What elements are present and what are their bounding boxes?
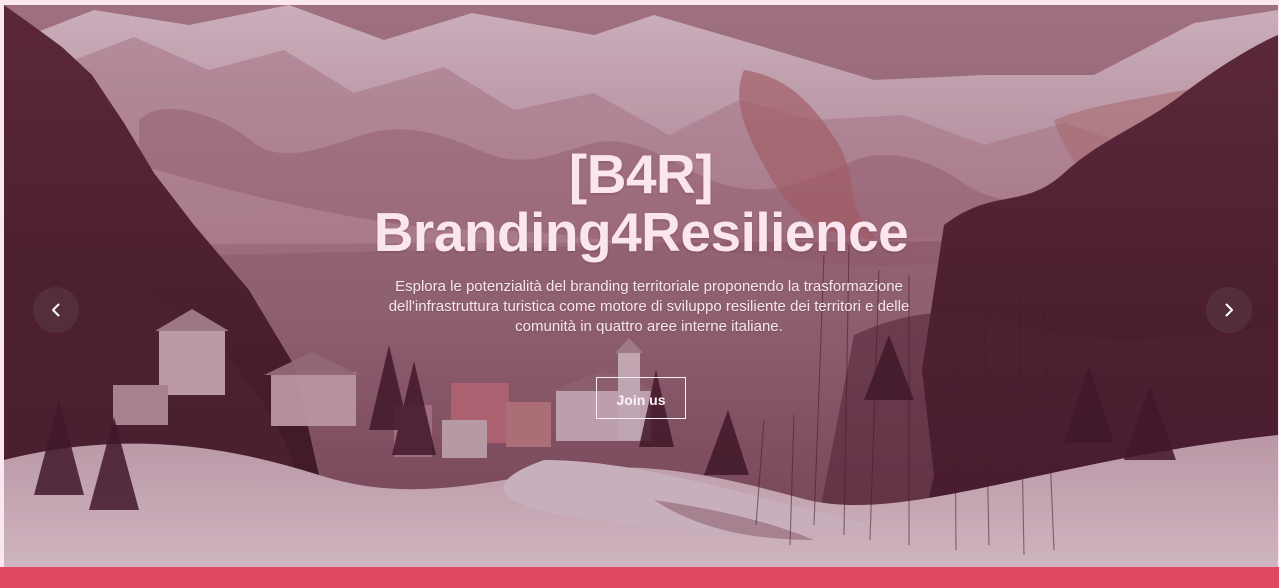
- chevron-left-icon: [52, 303, 60, 317]
- hero-title: [B4R] Branding4Resilience: [4, 145, 1278, 261]
- hero-carousel: [B4R] Branding4Resilience Esplora le pot…: [4, 5, 1278, 567]
- hero-description: Esplora le potenzialità del branding ter…: [388, 278, 910, 335]
- hero-title-line-2: Branding4Resilience: [373, 201, 909, 263]
- carousel-previous-button[interactable]: [33, 287, 79, 333]
- bottom-accent-band: [0, 567, 1279, 588]
- page: [B4R] Branding4Resilience Esplora le pot…: [0, 0, 1279, 588]
- chevron-right-icon: [1225, 303, 1233, 317]
- hero-title-line-1: [B4R]: [568, 143, 714, 205]
- hero-content: [B4R] Branding4Resilience Esplora le pot…: [4, 5, 1278, 567]
- carousel-next-button[interactable]: [1206, 287, 1252, 333]
- join-us-button[interactable]: Join us: [596, 377, 686, 419]
